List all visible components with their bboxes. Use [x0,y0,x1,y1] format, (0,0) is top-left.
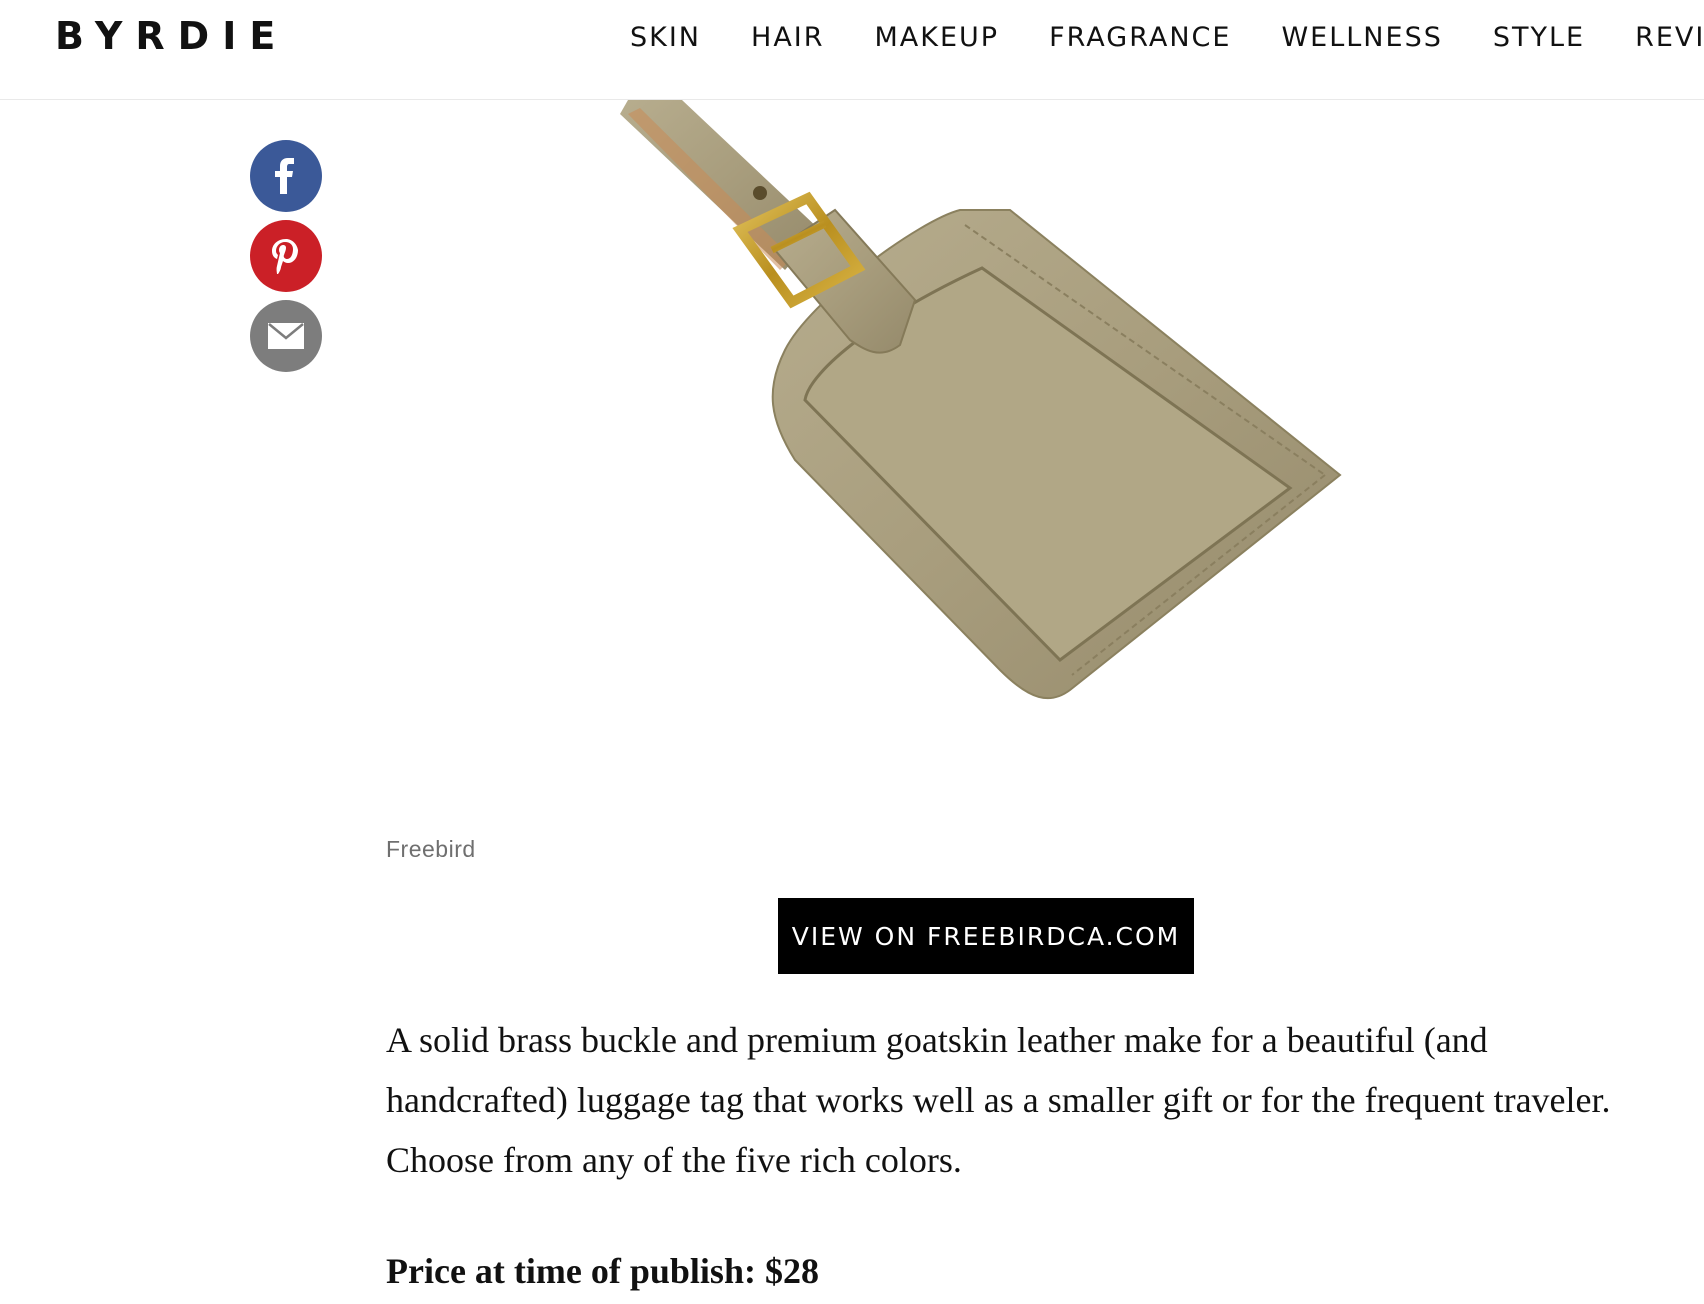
email-share-button[interactable] [250,300,322,372]
pinterest-icon [272,239,298,274]
email-icon [268,323,304,349]
nav-fragrance[interactable]: FRAGRANCE [1049,22,1231,53]
pinterest-share-button[interactable] [250,220,322,292]
facebook-share-button[interactable] [250,140,322,212]
main-nav: SKIN HAIR MAKEUP FRAGRANCE WELLNESS STYL… [630,22,1704,53]
nav-wellness[interactable]: WELLNESS [1281,22,1442,53]
nav-clip: SKIN HAIR MAKEUP FRAGRANCE WELLNESS STYL… [0,0,1704,100]
view-on-retailer-button[interactable]: VIEW ON FREEBIRDCA.COM [778,898,1194,974]
product-description: A solid brass buckle and premium goatski… [386,1020,1611,1180]
nav-makeup[interactable]: MAKEUP [875,22,1000,53]
nav-style[interactable]: STYLE [1493,22,1585,53]
image-caption: Freebird [386,836,476,862]
nav-skin[interactable]: SKIN [630,22,701,53]
facebook-icon [275,158,294,194]
product-price: Price at time of publish: $28 [386,1251,819,1291]
site-header: BYRDIE SKIN HAIR MAKEUP FRAGRANCE WELLNE… [0,0,1704,100]
nav-reviews[interactable]: REVIEWS [1635,22,1704,53]
nav-hair[interactable]: HAIR [751,22,825,53]
product-image-luggage-tag [580,100,1360,820]
social-share [250,140,322,380]
